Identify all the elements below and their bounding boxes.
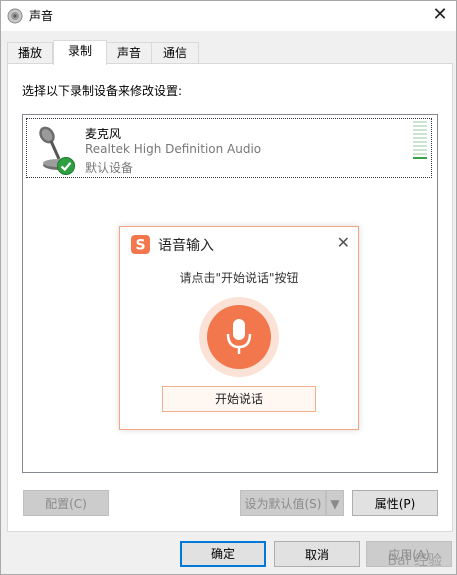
chevron-down-icon[interactable]: ▼ — [326, 490, 344, 516]
record-button[interactable] — [199, 297, 279, 377]
close-icon[interactable]: ✕ — [428, 3, 452, 27]
set-default-button[interactable]: 设为默认值(S) — [240, 490, 326, 516]
sound-dialog: 声音 ✕ 播放 录制 声音 通信 选择以下录制设备来修改设置: 麦克风 Real… — [0, 0, 457, 575]
level-segment — [413, 121, 427, 123]
start-speaking-button[interactable]: 开始说话 — [162, 386, 316, 412]
close-icon[interactable]: ✕ — [337, 233, 350, 252]
svg-text:S: S — [135, 238, 145, 254]
tab-sounds[interactable]: 声音 — [105, 42, 153, 64]
sogou-logo-icon: S — [131, 235, 150, 254]
level-segment — [413, 129, 427, 131]
properties-button[interactable]: 属性(P) — [352, 490, 438, 516]
device-name: 麦克风 — [85, 127, 122, 141]
ok-button[interactable]: 确定 — [180, 541, 266, 567]
cancel-button[interactable]: 取消 — [274, 541, 360, 567]
watermark: Bai 经验 — [387, 553, 442, 569]
popup-title: 语音输入 — [158, 238, 214, 254]
tab-recording[interactable]: 录制 — [53, 40, 107, 65]
window-title: 声音 — [29, 9, 54, 23]
level-segment — [413, 141, 427, 143]
voice-input-popup: S 语音输入 ✕ 请点击"开始说话"按钮 开始说话 — [119, 226, 359, 430]
level-segment — [413, 145, 427, 147]
level-meter — [413, 121, 427, 160]
level-segment — [413, 125, 427, 127]
tab-communications[interactable]: 通信 — [151, 42, 199, 64]
level-segment — [413, 137, 427, 139]
level-segment — [413, 133, 427, 135]
configure-button[interactable]: 配置(C) — [23, 490, 109, 516]
microphone-icon — [226, 319, 252, 354]
speaker-icon — [7, 8, 23, 24]
device-description: Realtek High Definition Audio — [85, 142, 262, 156]
popup-hint: 请点击"开始说话"按钮 — [179, 271, 299, 285]
level-segment — [413, 153, 427, 155]
check-icon — [57, 157, 75, 175]
device-status: 默认设备 — [85, 161, 134, 175]
level-segment — [413, 157, 427, 159]
instruction-text: 选择以下录制设备来修改设置: — [22, 84, 183, 98]
device-item-microphone[interactable]: 麦克风 Realtek High Definition Audio 默认设备 — [26, 118, 432, 178]
tab-playback[interactable]: 播放 — [7, 42, 53, 64]
level-segment — [413, 149, 427, 151]
title-bar: 声音 ✕ — [1, 1, 456, 31]
